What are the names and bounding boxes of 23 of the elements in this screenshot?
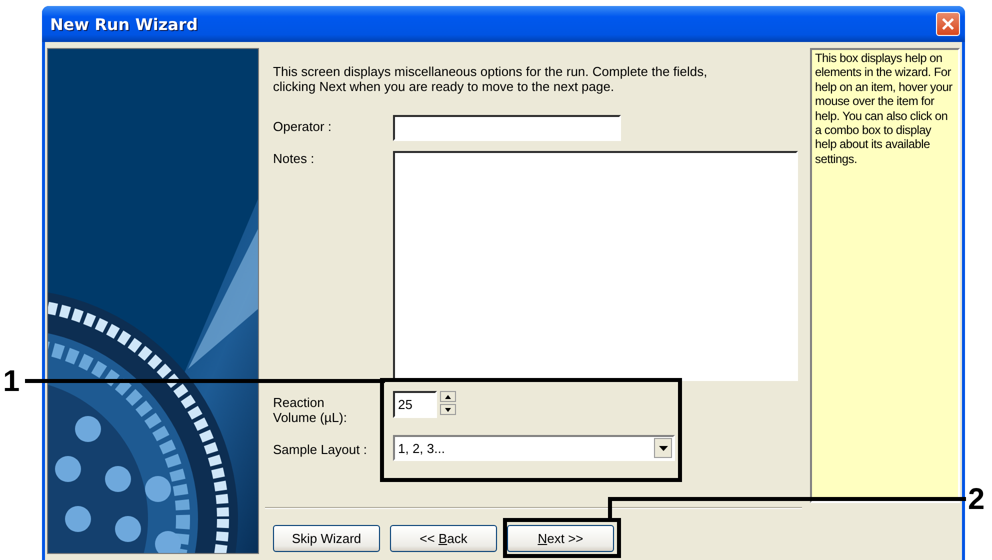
callout-number: 1 [3,367,20,397]
operator-field[interactable] [393,115,621,141]
close-button[interactable] [936,12,960,36]
field-label: Reaction Volume (µL): [273,394,348,425]
notes-field[interactable] [393,151,798,381]
field-label: Operator : [273,118,333,134]
window-title: New Run Wizard [50,14,199,34]
close-icon [941,17,955,31]
callout-number: 2 [968,485,985,515]
wizard-button[interactable]: << Back [390,525,497,552]
volume-field[interactable]: 25 [393,391,437,418]
field-label: Sample Layout : [273,441,368,457]
spin-up-button[interactable] [440,391,456,402]
wizard-button[interactable]: Skip Wizard [273,525,380,552]
spin-down-button[interactable] [440,404,456,415]
down-arrow-icon [445,408,451,412]
up-arrow-icon [445,394,451,398]
field-label: Notes : [273,151,316,166]
help-box: This box displays help on elements in the wizard. For help on an item, hover your mouse over the item for help. You can also click on a combo box to display help about its available settings. [810,48,960,503]
dropdown-arrow-icon [658,446,668,450]
instruction-text: This screen displays miscellaneous options for the run. Complete the fields, clicking Next when you are ready to move to the next page. [273,64,708,94]
wizard-button[interactable]: Next >> [507,525,614,552]
layout-dropdown[interactable]: 1, 2, 3... [393,435,675,461]
